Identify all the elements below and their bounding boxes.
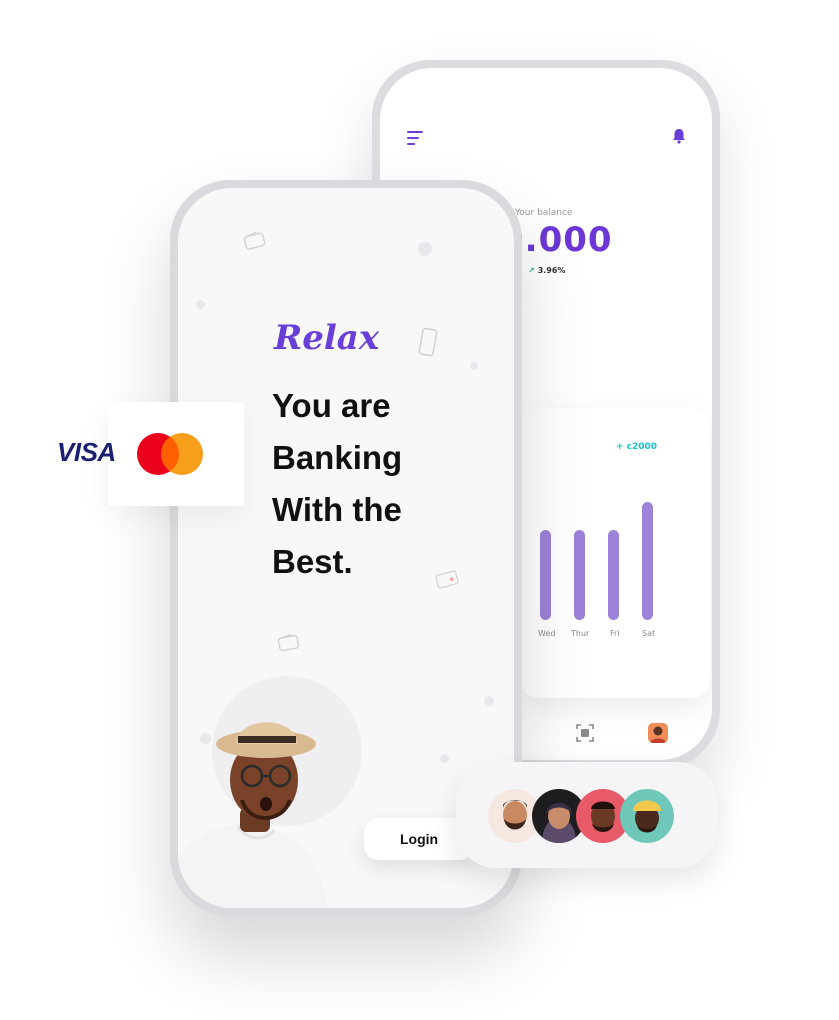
- bar-wed: [540, 530, 551, 620]
- scan-icon[interactable]: [576, 724, 594, 742]
- visa-logo: VISA: [57, 437, 116, 467]
- day-label-sat: Sat: [642, 629, 656, 638]
- script-title: Relax: [274, 318, 380, 358]
- menu-icon[interactable]: [407, 131, 423, 145]
- phone-icon: [418, 327, 438, 357]
- headline-line: Best.: [272, 543, 353, 580]
- bar-thur: [574, 530, 585, 620]
- decor-dot: [484, 696, 494, 706]
- mastercard-logo: [137, 433, 203, 475]
- day-label-fri: Fri: [610, 629, 620, 638]
- decor-dot: [418, 242, 432, 256]
- wallet-icon: [243, 231, 266, 250]
- headline-line: You are: [272, 387, 391, 424]
- chart-highlight-value: + c2000: [616, 442, 658, 452]
- avatar[interactable]: [620, 789, 674, 843]
- decor-dot: [440, 754, 449, 763]
- headline-line: Banking: [272, 439, 403, 476]
- trend-up-icon: ↗: [528, 266, 535, 275]
- person-illustration: [178, 722, 328, 908]
- balance-label: Your balance: [515, 208, 573, 218]
- profile-icon[interactable]: [648, 723, 668, 743]
- bar-sat: [642, 502, 653, 620]
- headline: You are Banking With the Best.: [272, 380, 482, 588]
- day-label-wed: Wed: [538, 629, 556, 638]
- decor-dot: [196, 300, 205, 309]
- bell-icon[interactable]: [672, 128, 686, 144]
- balance-change: ↗ 3.96%: [528, 266, 566, 275]
- bar-fri: [608, 530, 619, 620]
- decor-dot: [470, 362, 478, 370]
- headline-line: With the: [272, 491, 402, 528]
- wallet-icon: [277, 633, 300, 652]
- day-label-thur: Thur: [571, 629, 590, 638]
